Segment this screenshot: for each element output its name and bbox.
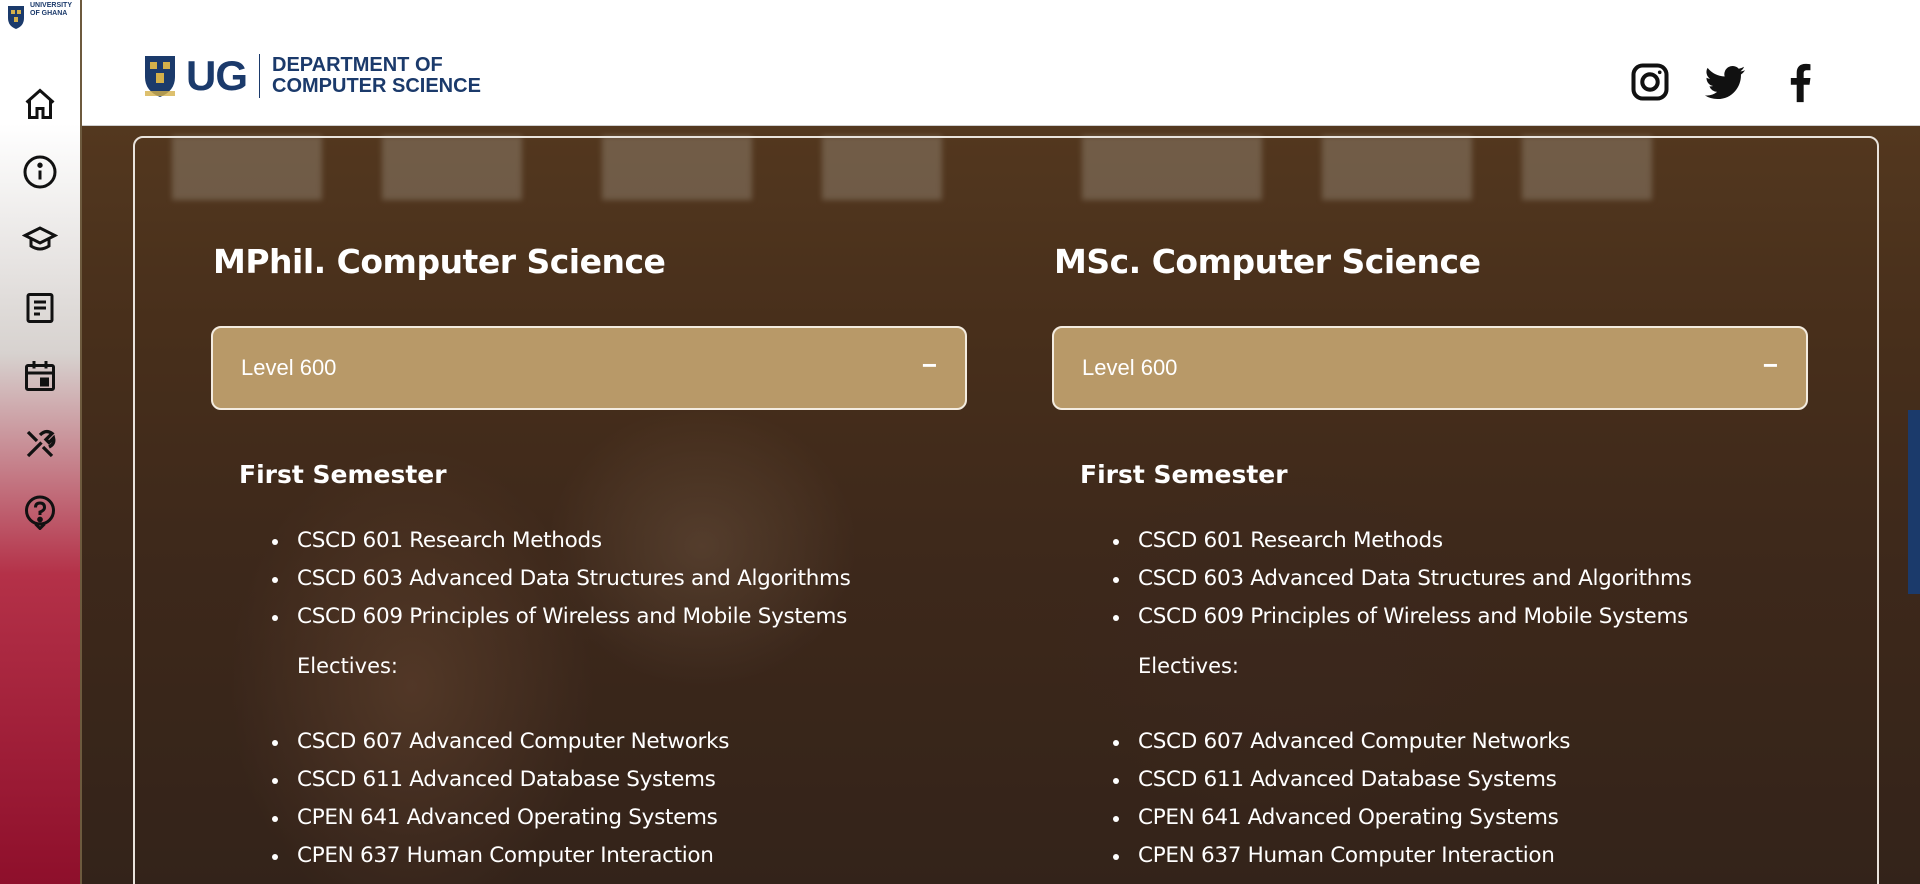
course-item: CSCD 611 Advanced Database Systems <box>1108 761 1570 799</box>
collapse-icon: − <box>1762 350 1778 380</box>
course-item: CSCD 603 Advanced Data Structures and Al… <box>1108 560 1692 598</box>
instagram-icon[interactable] <box>1626 58 1674 106</box>
elective-course-list: CSCD 607 Advanced Computer Networks CSCD… <box>1108 723 1570 875</box>
course-item: CSCD 607 Advanced Computer Networks <box>267 723 729 761</box>
collapse-icon: − <box>921 350 937 380</box>
right-edge-tab <box>1908 410 1920 594</box>
department-name-line2: COMPUTER SCIENCE <box>272 75 481 97</box>
program-title: MPhil. Computer Science <box>213 242 666 281</box>
level-accordion-toggle[interactable]: Level 600 − <box>211 326 967 410</box>
graduation-cap-icon[interactable] <box>20 220 60 260</box>
news-icon[interactable] <box>20 288 60 328</box>
core-course-list: CSCD 601 Research Methods CSCD 603 Advan… <box>1108 522 1692 636</box>
semester-title: First Semester <box>239 460 447 489</box>
course-item: CSCD 609 Principles of Wireless and Mobi… <box>267 598 851 636</box>
twitter-icon[interactable] <box>1701 58 1749 106</box>
course-item: CPEN 641 Advanced Operating Systems <box>267 799 729 837</box>
brand-divider <box>259 54 260 98</box>
department-name-line1: DEPARTMENT OF <box>272 54 443 76</box>
university-logo-text: UNIVERSITY OF GHANA <box>30 2 72 17</box>
course-item: CPEN 637 Human Computer Interaction <box>267 837 729 875</box>
ug-crest-icon <box>145 56 175 97</box>
brand-short-name: UG <box>186 52 248 99</box>
tools-icon[interactable] <box>20 424 60 464</box>
programs-card: MPhil. Computer Science Level 600 − Firs… <box>133 136 1879 884</box>
course-item: CSCD 609 Principles of Wireless and Mobi… <box>1108 598 1692 636</box>
course-item: CPEN 641 Advanced Operating Systems <box>1108 799 1570 837</box>
course-item: CSCD 601 Research Methods <box>1108 522 1692 560</box>
course-item: CSCD 603 Advanced Data Structures and Al… <box>267 560 851 598</box>
home-icon[interactable] <box>20 84 60 124</box>
course-item: CPEN 637 Human Computer Interaction <box>1108 837 1570 875</box>
crest-icon <box>8 6 24 29</box>
electives-label: Electives: <box>297 654 399 678</box>
level-accordion-toggle[interactable]: Level 600 − <box>1052 326 1808 410</box>
level-label: Level 600 <box>1082 355 1178 380</box>
level-label: Level 600 <box>241 355 337 380</box>
help-icon[interactable] <box>20 492 60 532</box>
info-icon[interactable] <box>20 152 60 192</box>
semester-title: First Semester <box>1080 460 1288 489</box>
site-header: UG DEPARTMENT OF COMPUTER SCIENCE <box>82 0 1920 126</box>
department-logo[interactable]: UG DEPARTMENT OF COMPUTER SCIENCE <box>142 52 481 100</box>
elective-course-list: CSCD 607 Advanced Computer Networks CSCD… <box>267 723 729 875</box>
course-item: CSCD 601 Research Methods <box>267 522 851 560</box>
sidebar: UNIVERSITY OF GHANA <box>0 0 82 884</box>
department-name: DEPARTMENT OF COMPUTER SCIENCE <box>272 55 481 97</box>
program-title: MSc. Computer Science <box>1054 242 1481 281</box>
calendar-icon[interactable] <box>20 356 60 396</box>
core-course-list: CSCD 601 Research Methods CSCD 603 Advan… <box>267 522 851 636</box>
electives-label: Electives: <box>1138 654 1240 678</box>
university-logo[interactable]: UNIVERSITY OF GHANA <box>4 2 74 32</box>
course-item: CSCD 611 Advanced Database Systems <box>267 761 729 799</box>
facebook-icon[interactable] <box>1776 58 1824 106</box>
course-item: CSCD 607 Advanced Computer Networks <box>1108 723 1570 761</box>
